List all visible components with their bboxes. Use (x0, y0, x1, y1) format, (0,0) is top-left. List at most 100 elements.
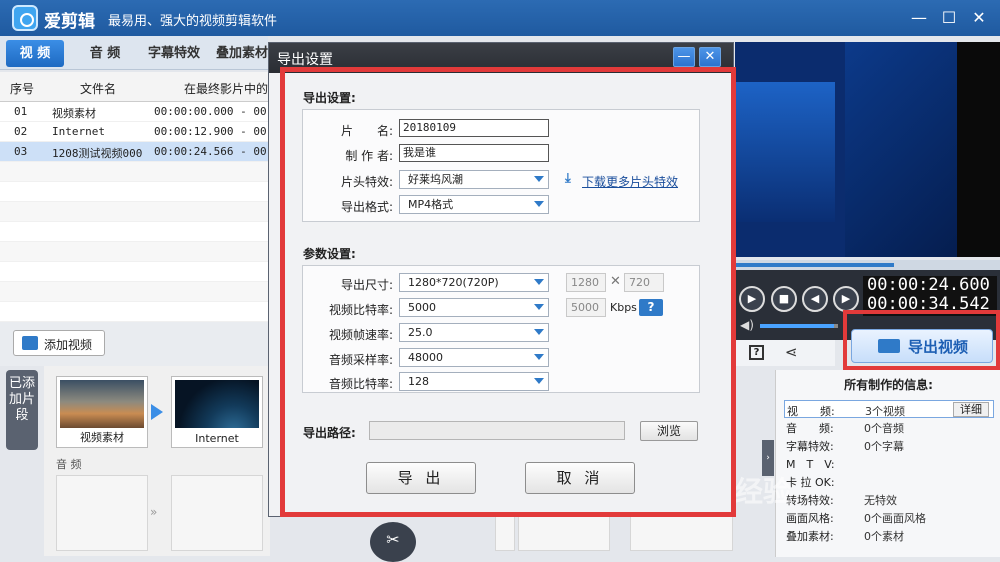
video-bitrate-value: 5000 (408, 301, 436, 314)
clip-thumbnail-image (175, 380, 259, 428)
column-header-time: 在最终影片中的时 (184, 82, 281, 96)
volume-icon[interactable]: ◀) (740, 318, 754, 332)
section-title-export: 导出设置: (303, 91, 356, 105)
main-tabs: 视 频 音 频 字幕特效 叠加素材 (0, 36, 268, 70)
row-filename: Internet (52, 125, 105, 138)
frame-rate-value: 25.0 (408, 326, 433, 339)
sample-rate-select[interactable]: 48000 (399, 348, 549, 367)
info-key: 叠加素材: (786, 530, 834, 543)
info-row-transitions: 转场特效: 无特效 (784, 490, 994, 508)
info-row-picture-style: 画面风格: 0个画面风格 (784, 508, 994, 526)
sample-rate-value: 48000 (408, 351, 443, 364)
frame-rate-select[interactable]: 25.0 (399, 323, 549, 342)
app-name: 爱剪辑 (44, 12, 95, 32)
dialog-close-button[interactable]: ✕ (699, 47, 721, 67)
info-key: 字幕特效: (786, 440, 834, 453)
current-time: 00:00:24.600 (867, 275, 990, 295)
row-filename: 视频素材 (52, 107, 96, 120)
chevron-down-icon (534, 378, 544, 384)
row-number: 01 (14, 105, 28, 118)
name-input[interactable]: 20180109 (399, 119, 549, 137)
info-row-mtv: M T V: (784, 454, 994, 472)
stop-icon[interactable]: ■ (771, 286, 797, 312)
intro-effect-label: 片头特效: (340, 175, 393, 189)
help-icon[interactable]: ? (639, 299, 663, 316)
height-field: 720 (624, 273, 664, 292)
row-number: 02 (14, 125, 28, 138)
empty-rows (0, 162, 268, 322)
info-row-overlay: 叠加素材: 0个素材 (784, 526, 994, 544)
export-button[interactable]: 导 出 (366, 462, 476, 494)
info-row-video[interactable]: 视 频: 3个视频 详细 (784, 400, 994, 418)
row-number: 03 (14, 145, 28, 158)
audio-slot[interactable] (171, 475, 263, 551)
intro-effect-select[interactable]: 好莱坞风潮 (399, 170, 549, 189)
frame-rate-label: 视频帧速率: (328, 328, 393, 342)
share-icon[interactable]: ⋖ (785, 343, 798, 361)
video-bitrate-select[interactable]: 5000 (399, 298, 549, 317)
export-size-value: 1280*720(720P) (408, 276, 499, 289)
export-size-select[interactable]: 1280*720(720P) (399, 273, 549, 292)
tab-subtitle-effects[interactable]: 字幕特效 (142, 40, 206, 67)
table-row[interactable]: 01 视频素材 00:00:00.000 - 00:00 (0, 102, 286, 122)
row-time: 00:00:12.900 - 00:00 (154, 125, 287, 138)
clip-thumbnail-image (60, 380, 144, 428)
info-key: 画面风格: (786, 512, 834, 525)
info-value: 0个素材 (864, 530, 904, 543)
volume-slider-fill (760, 324, 835, 328)
seek-bar[interactable] (735, 260, 1000, 270)
export-format-value: MP4格式 (408, 198, 454, 211)
sample-rate-label: 音频采样率: (328, 353, 393, 367)
audio-slot[interactable] (56, 475, 148, 551)
minimize-button[interactable]: — (908, 7, 930, 29)
dialog-minimize-button[interactable]: — (673, 47, 695, 67)
export-format-label: 导出格式: (340, 200, 393, 214)
author-label: 制 作 者: (345, 149, 393, 163)
play-icon[interactable]: ▶ (739, 286, 765, 312)
tab-video[interactable]: 视 频 (6, 40, 64, 67)
intro-effect-value: 好莱坞风潮 (408, 173, 463, 186)
detail-button[interactable]: 详细 (953, 402, 989, 417)
clip-thumbnail[interactable]: 视频素材 (56, 376, 148, 448)
kbps-unit: Kbps (610, 301, 637, 314)
tab-overlay-material[interactable]: 叠加素材 (212, 40, 272, 67)
film-add-icon (22, 336, 38, 350)
help-icon[interactable]: ? (749, 345, 764, 360)
section-title-params: 参数设置: (303, 247, 356, 261)
audio-track-label: 音 频 (56, 458, 82, 471)
export-path-input[interactable] (369, 421, 625, 440)
close-button[interactable]: ✕ (968, 7, 990, 29)
chevron-down-icon (534, 304, 544, 310)
author-input[interactable]: 我是谁 (399, 144, 549, 162)
chevron-down-icon (534, 201, 544, 207)
info-panel-title: 所有制作的信息: (844, 378, 933, 392)
export-format-select[interactable]: MP4格式 (399, 195, 549, 214)
download-more-effects-link[interactable]: 下载更多片头特效 (582, 173, 678, 190)
info-value: 0个音频 (864, 422, 904, 435)
cancel-button[interactable]: 取 消 (525, 462, 635, 494)
tab-audio[interactable]: 音 频 (76, 40, 134, 67)
audio-bitrate-value: 128 (408, 375, 429, 388)
video-bitrate-label: 视频比特率: (328, 303, 393, 317)
browse-button[interactable]: 浏览 (640, 421, 698, 441)
maximize-button[interactable]: ☐ (938, 7, 960, 29)
info-value: 0个画面风格 (864, 512, 926, 525)
row-time: 00:00:00.000 - 00:00 (154, 105, 287, 118)
video-preview[interactable] (735, 42, 957, 257)
added-clips-tab[interactable]: 已添加片段 (6, 370, 38, 450)
add-video-button[interactable]: 添加视频 (13, 330, 105, 356)
info-value: 3个视频 (865, 405, 905, 418)
scissors-icon[interactable]: ✂ (370, 522, 416, 562)
chevron-right-icon: » (150, 505, 158, 519)
chevron-down-icon (534, 279, 544, 285)
app-logo-icon (12, 5, 38, 31)
previous-frame-icon[interactable]: ◀ (802, 286, 828, 312)
audio-bitrate-select[interactable]: 128 (399, 372, 549, 391)
name-label: 片 名: (340, 124, 393, 138)
preview-tools: ? ⋖ (735, 340, 835, 366)
clip-list-header: 序号 文件名 在最终影片中的时 (0, 72, 280, 102)
next-frame-icon[interactable]: ▶ (833, 286, 859, 312)
table-row[interactable]: 03 1208测试视频000 00:00:24.566 - 00:00 (0, 142, 286, 162)
clip-thumbnail[interactable]: Internet (171, 376, 263, 448)
table-row[interactable]: 02 Internet 00:00:12.900 - 00:00 (0, 122, 286, 142)
